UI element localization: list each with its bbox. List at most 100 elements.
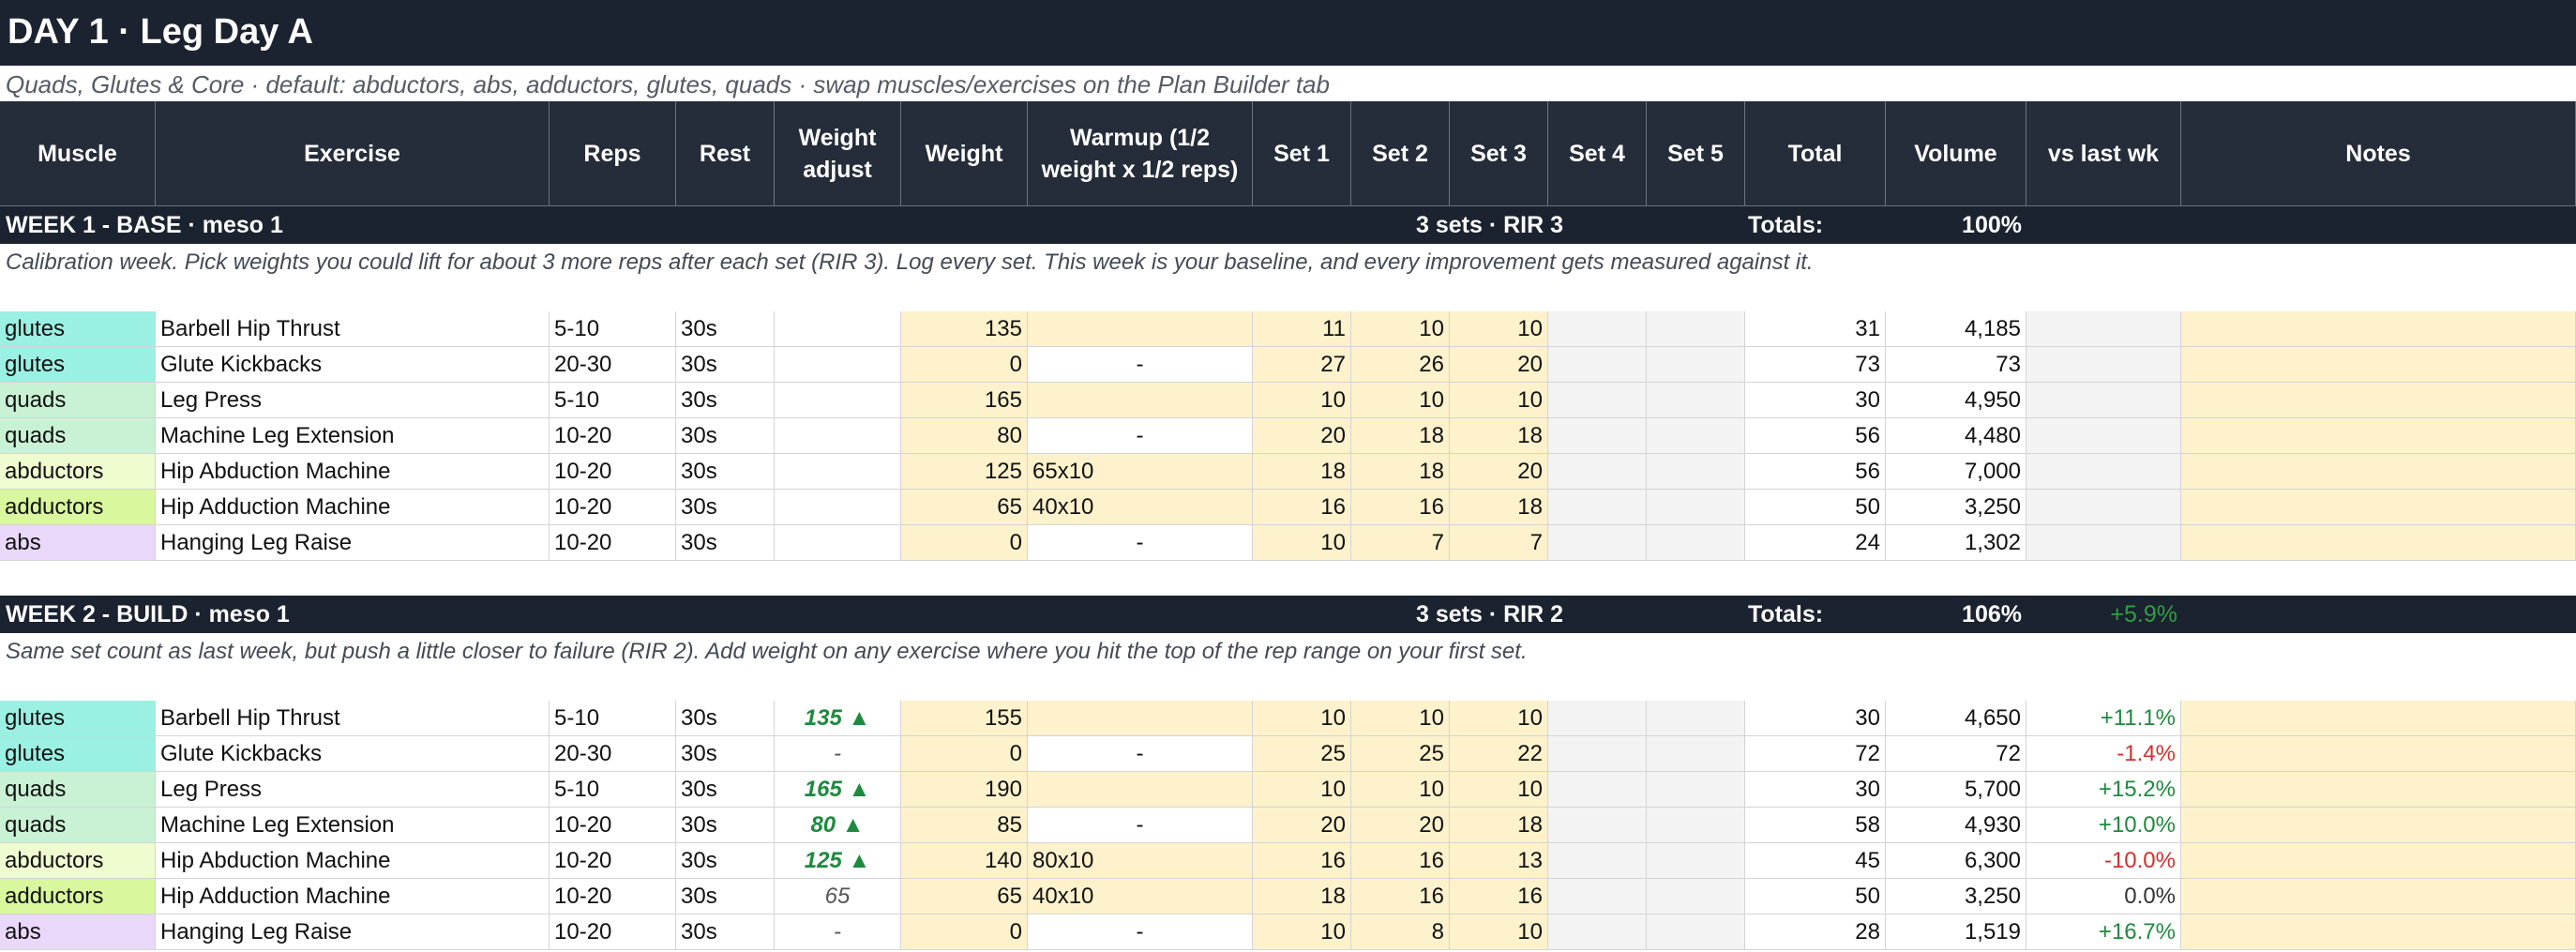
cell-exercise[interactable]: Barbell Hip Thrust <box>156 311 550 347</box>
week-2-note[interactable]: Same set count as last week, but push a … <box>0 633 2576 671</box>
col-header-weight[interactable]: Weight <box>901 101 1028 206</box>
cell-volume[interactable]: 73 <box>1886 347 2026 383</box>
cell-muscle[interactable]: glutes <box>0 736 156 772</box>
cell-notes[interactable] <box>2181 701 2576 736</box>
cell-exercise[interactable]: Hip Adduction Machine <box>156 490 550 525</box>
cell-volume[interactable]: 3,250 <box>1886 879 2026 914</box>
cell-set3[interactable]: 10 <box>1450 914 1548 950</box>
cell-notes[interactable] <box>2181 843 2576 879</box>
cell-volume[interactable]: 4,650 <box>1886 701 2026 736</box>
cell-volume[interactable]: 5,700 <box>1886 772 2026 808</box>
cell-reps[interactable]: 20-30 <box>550 347 676 383</box>
cell-exercise[interactable]: Hip Adduction Machine <box>156 879 550 914</box>
cell-weight-adjust[interactable]: 165 ▲ <box>775 772 901 808</box>
cell-set3[interactable]: 20 <box>1450 454 1548 490</box>
cell-set2[interactable]: 10 <box>1351 772 1450 808</box>
cell-set2[interactable]: 16 <box>1351 879 1450 914</box>
cell-reps[interactable]: 5-10 <box>550 701 676 736</box>
cell-set5[interactable] <box>1647 347 1745 383</box>
cell-set1[interactable]: 10 <box>1253 772 1351 808</box>
cell-warmup[interactable]: - <box>1028 808 1253 843</box>
cell-set2[interactable]: 8 <box>1351 914 1450 950</box>
cell-weight-adjust[interactable] <box>775 454 901 490</box>
cell-notes[interactable] <box>2181 347 2576 383</box>
cell-weight[interactable]: 85 <box>901 808 1028 843</box>
cell-set4[interactable] <box>1548 914 1647 950</box>
cell-set4[interactable] <box>1548 418 1647 454</box>
cell-set3[interactable]: 10 <box>1450 701 1548 736</box>
cell-volume[interactable]: 4,480 <box>1886 418 2026 454</box>
cell-weight[interactable]: 140 <box>901 843 1028 879</box>
col-header-weight-adjust[interactable]: Weight adjust <box>775 101 901 206</box>
cell-rest[interactable]: 30s <box>676 418 775 454</box>
cell-set1[interactable]: 18 <box>1253 879 1351 914</box>
cell-muscle[interactable]: glutes <box>0 701 156 736</box>
cell-weight[interactable]: 155 <box>901 701 1028 736</box>
cell-rest[interactable]: 30s <box>676 736 775 772</box>
cell-weight[interactable]: 190 <box>901 772 1028 808</box>
cell-set2[interactable]: 26 <box>1351 347 1450 383</box>
cell-vs[interactable]: +15.2% <box>2026 772 2181 808</box>
cell-weight[interactable]: 0 <box>901 914 1028 950</box>
cell-muscle[interactable]: abs <box>0 914 156 950</box>
cell-exercise[interactable]: Leg Press <box>156 383 550 418</box>
cell-weight[interactable]: 0 <box>901 736 1028 772</box>
cell-total[interactable]: 30 <box>1745 701 1886 736</box>
cell-total[interactable]: 72 <box>1745 736 1886 772</box>
cell-notes[interactable] <box>2181 454 2576 490</box>
cell-weight-adjust[interactable]: 80 ▲ <box>775 808 901 843</box>
cell-weight[interactable]: 80 <box>901 418 1028 454</box>
cell-warmup[interactable]: 65x10 <box>1028 454 1253 490</box>
cell-set1[interactable]: 10 <box>1253 914 1351 950</box>
cell-rest[interactable]: 30s <box>676 347 775 383</box>
cell-set5[interactable] <box>1647 879 1745 914</box>
cell-vs[interactable]: 0.0% <box>2026 879 2181 914</box>
cell-set5[interactable] <box>1647 701 1745 736</box>
cell-set1[interactable]: 10 <box>1253 383 1351 418</box>
cell-set5[interactable] <box>1647 418 1745 454</box>
cell-set4[interactable] <box>1548 879 1647 914</box>
cell-vs[interactable] <box>2026 454 2181 490</box>
cell-vs[interactable] <box>2026 418 2181 454</box>
cell-notes[interactable] <box>2181 879 2576 914</box>
cell-set1[interactable]: 18 <box>1253 454 1351 490</box>
cell-set3[interactable]: 20 <box>1450 347 1548 383</box>
cell-reps[interactable]: 5-10 <box>550 772 676 808</box>
cell-reps[interactable]: 10-20 <box>550 879 676 914</box>
cell-total[interactable]: 56 <box>1745 418 1886 454</box>
cell-set2[interactable]: 18 <box>1351 454 1450 490</box>
cell-set1[interactable]: 25 <box>1253 736 1351 772</box>
cell-muscle[interactable]: adductors <box>0 490 156 525</box>
cell-warmup[interactable] <box>1028 383 1253 418</box>
cell-muscle[interactable]: abs <box>0 525 156 561</box>
cell-volume[interactable]: 1,302 <box>1886 525 2026 561</box>
cell-total[interactable]: 50 <box>1745 879 1886 914</box>
cell-weight-adjust[interactable] <box>775 490 901 525</box>
cell-reps[interactable]: 10-20 <box>550 808 676 843</box>
cell-rest[interactable]: 30s <box>676 879 775 914</box>
cell-weight-adjust[interactable] <box>775 311 901 347</box>
cell-set3[interactable]: 7 <box>1450 525 1548 561</box>
cell-set4[interactable] <box>1548 525 1647 561</box>
cell-rest[interactable]: 30s <box>676 490 775 525</box>
col-header-set-5[interactable]: Set 5 <box>1647 101 1745 206</box>
cell-weight[interactable]: 135 <box>901 311 1028 347</box>
cell-set4[interactable] <box>1548 736 1647 772</box>
cell-total[interactable]: 56 <box>1745 454 1886 490</box>
cell-set2[interactable]: 25 <box>1351 736 1450 772</box>
cell-volume[interactable]: 1,519 <box>1886 914 2026 950</box>
cell-weight-adjust[interactable]: 135 ▲ <box>775 701 901 736</box>
cell-set3[interactable]: 10 <box>1450 383 1548 418</box>
cell-reps[interactable]: 5-10 <box>550 383 676 418</box>
cell-set3[interactable]: 18 <box>1450 808 1548 843</box>
cell-weight[interactable]: 65 <box>901 490 1028 525</box>
cell-set1[interactable]: 20 <box>1253 418 1351 454</box>
cell-total[interactable]: 28 <box>1745 914 1886 950</box>
cell-warmup[interactable]: - <box>1028 418 1253 454</box>
cell-reps[interactable]: 10-20 <box>550 454 676 490</box>
cell-exercise[interactable]: Hanging Leg Raise <box>156 525 550 561</box>
cell-exercise[interactable]: Machine Leg Extension <box>156 808 550 843</box>
cell-warmup[interactable]: - <box>1028 736 1253 772</box>
cell-set2[interactable]: 7 <box>1351 525 1450 561</box>
cell-vs[interactable] <box>2026 525 2181 561</box>
